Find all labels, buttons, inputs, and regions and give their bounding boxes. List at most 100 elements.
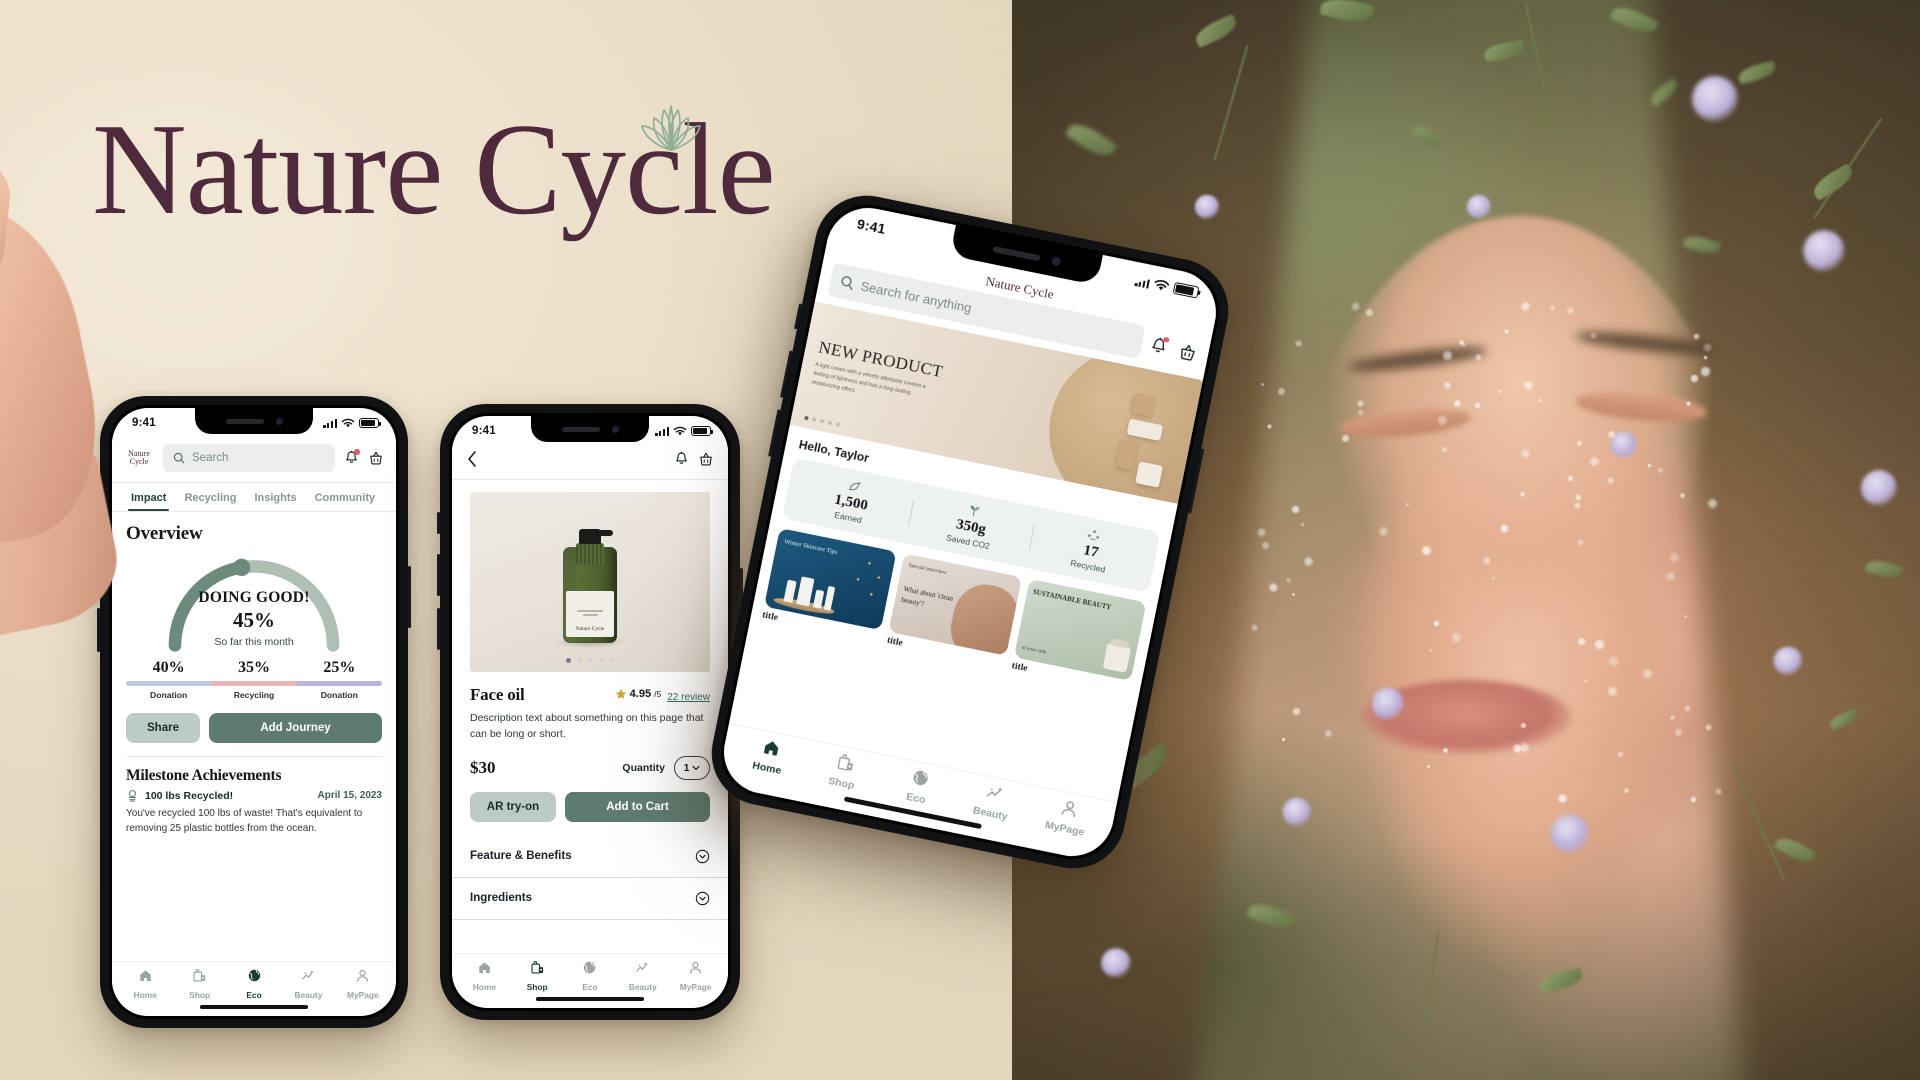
- reviews-link[interactable]: 22 review: [667, 692, 710, 703]
- skin-sparkle: [1251, 624, 1257, 630]
- nav-item-home[interactable]: Home: [458, 960, 511, 992]
- add-to-cart-button[interactable]: Add to Cart: [565, 792, 710, 822]
- accordion-ingredients[interactable]: Ingredients: [452, 878, 728, 920]
- skin-sparkle: [1379, 527, 1387, 535]
- nav-item-beauty[interactable]: Beauty: [281, 968, 335, 1000]
- skin-sparkle: [1422, 546, 1431, 555]
- skin-sparkle: [1609, 656, 1618, 665]
- skin-sparkle: [1670, 553, 1679, 562]
- breakdown-segment: [126, 681, 211, 686]
- accordion-list[interactable]: Feature & Benefits Ingredients: [452, 836, 728, 920]
- breakdown-value: 35%: [211, 659, 296, 677]
- skin-sparkle: [1666, 572, 1674, 580]
- status-time: 9:41: [132, 417, 156, 429]
- milestone-title: Milestone Achievements: [112, 757, 396, 789]
- banner-dot[interactable]: [835, 422, 840, 427]
- globe-icon: [564, 960, 617, 980]
- basket-icon[interactable]: [698, 451, 714, 467]
- skin-sparkle: [1459, 341, 1463, 345]
- breakdown-label: Donation: [297, 690, 382, 700]
- breakdown-segment: [211, 681, 296, 686]
- accordion-feature-benefits[interactable]: Feature & Benefits: [452, 836, 728, 878]
- nav-item-home[interactable]: Home: [118, 968, 172, 1000]
- skin-sparkle: [1514, 744, 1522, 752]
- ar-tryon-button[interactable]: AR try-on: [470, 792, 556, 822]
- accordion-label: Ingredients: [470, 892, 532, 904]
- skin-sparkle: [1521, 723, 1526, 728]
- skin-sparkle: [1278, 388, 1285, 395]
- battery-icon: [359, 418, 379, 428]
- banner-dot[interactable]: [820, 419, 825, 424]
- skin-sparkle: [1438, 416, 1447, 425]
- wifi-icon: [1152, 277, 1171, 293]
- product-title: Face oil: [470, 685, 609, 705]
- search-placeholder-text: Search: [192, 452, 228, 464]
- wifi-icon: [673, 426, 687, 437]
- carousel-dot[interactable]: [588, 658, 593, 663]
- content-card[interactable]: Winter Skincare Tips ✦ ✦ ✦ ✦ title: [761, 528, 897, 644]
- product-price: $30: [470, 758, 496, 778]
- nav-item-beauty[interactable]: Beauty: [616, 960, 669, 992]
- card-eyebrow: Special interview: [907, 560, 947, 578]
- person-icon: [669, 960, 722, 980]
- nav-item-shop[interactable]: Shop: [172, 968, 226, 1000]
- banner-dot[interactable]: [828, 421, 833, 426]
- basket-icon[interactable]: [1177, 341, 1199, 363]
- banner-dot[interactable]: [812, 417, 817, 422]
- carousel-dot[interactable]: [566, 658, 571, 663]
- shop-icon: [172, 968, 226, 988]
- skin-sparkle: [1492, 577, 1495, 580]
- carousel-dot[interactable]: [577, 658, 582, 663]
- carousel-dot[interactable]: [610, 658, 615, 663]
- banner-dots[interactable]: [804, 416, 840, 427]
- nav-item-label: Shop: [511, 982, 564, 992]
- banner-dot[interactable]: [804, 416, 809, 421]
- chevron-left-icon[interactable]: [466, 450, 478, 468]
- breakdown-label: Donation: [126, 690, 211, 700]
- product-bottle-illustration: Nature Cycle: [563, 521, 617, 643]
- notification-badge: [354, 449, 360, 455]
- nav-item-shop[interactable]: Shop: [511, 960, 564, 992]
- breakdown-value: 25%: [297, 659, 382, 677]
- carousel-dot[interactable]: [599, 658, 604, 663]
- nav-item-mypage[interactable]: MyPage: [1026, 794, 1107, 842]
- home-icon: [118, 968, 172, 988]
- skin-sparkle: [1262, 542, 1269, 549]
- nav-item-eco[interactable]: Eco: [227, 968, 281, 1000]
- globe-icon: [227, 968, 281, 988]
- status-bar: 9:41: [112, 408, 396, 438]
- status-bar: 9:41: [452, 416, 728, 446]
- content-card[interactable]: SUSTAINABLE BEAUTY at your side title: [1011, 579, 1147, 695]
- quantity-value: 1: [684, 762, 690, 774]
- cellular-signal-icon: [1135, 275, 1151, 289]
- nav-item-eco[interactable]: Eco: [564, 960, 617, 992]
- content-card[interactable]: Special interview What about 'clean beau…: [886, 553, 1022, 669]
- product-image[interactable]: Nature Cycle: [470, 492, 710, 672]
- basket-icon[interactable]: [368, 450, 384, 466]
- product-description: Description text about something on this…: [452, 705, 728, 743]
- tab-insights[interactable]: Insights: [245, 483, 305, 511]
- skin-sparkle: [1705, 724, 1711, 730]
- breakdown-segment: [297, 681, 382, 686]
- nav-item-label: Eco: [227, 990, 281, 1000]
- nav-item-label: MyPage: [669, 982, 722, 992]
- rating-out-of: /5: [654, 689, 661, 699]
- nav-item-mypage[interactable]: MyPage: [336, 968, 390, 1000]
- tab-community[interactable]: Community: [306, 483, 385, 511]
- bottle-brand-text: Nature Cycle: [576, 626, 605, 632]
- status-time: 9:41: [856, 215, 887, 236]
- nav-item-mypage[interactable]: MyPage: [669, 960, 722, 992]
- share-button[interactable]: Share: [126, 713, 200, 743]
- quantity-select[interactable]: 1: [674, 756, 710, 780]
- skin-sparkle: [1434, 621, 1439, 626]
- skin-sparkle: [1366, 309, 1373, 316]
- skin-sparkle: [1292, 506, 1299, 513]
- card-overlay-text: SUSTAINABLE BEAUTY: [1032, 587, 1112, 613]
- milestone-badge-title: 100 lbs Recycled!: [145, 790, 312, 802]
- breakdown-stat: 35%: [211, 659, 296, 677]
- skin-sparkle: [1475, 355, 1481, 361]
- add-journey-button[interactable]: Add Journey: [209, 713, 382, 743]
- bell-icon[interactable]: [674, 451, 689, 467]
- brand-wordmark: Nature Cycle: [92, 104, 782, 254]
- carousel-dots[interactable]: [470, 658, 710, 663]
